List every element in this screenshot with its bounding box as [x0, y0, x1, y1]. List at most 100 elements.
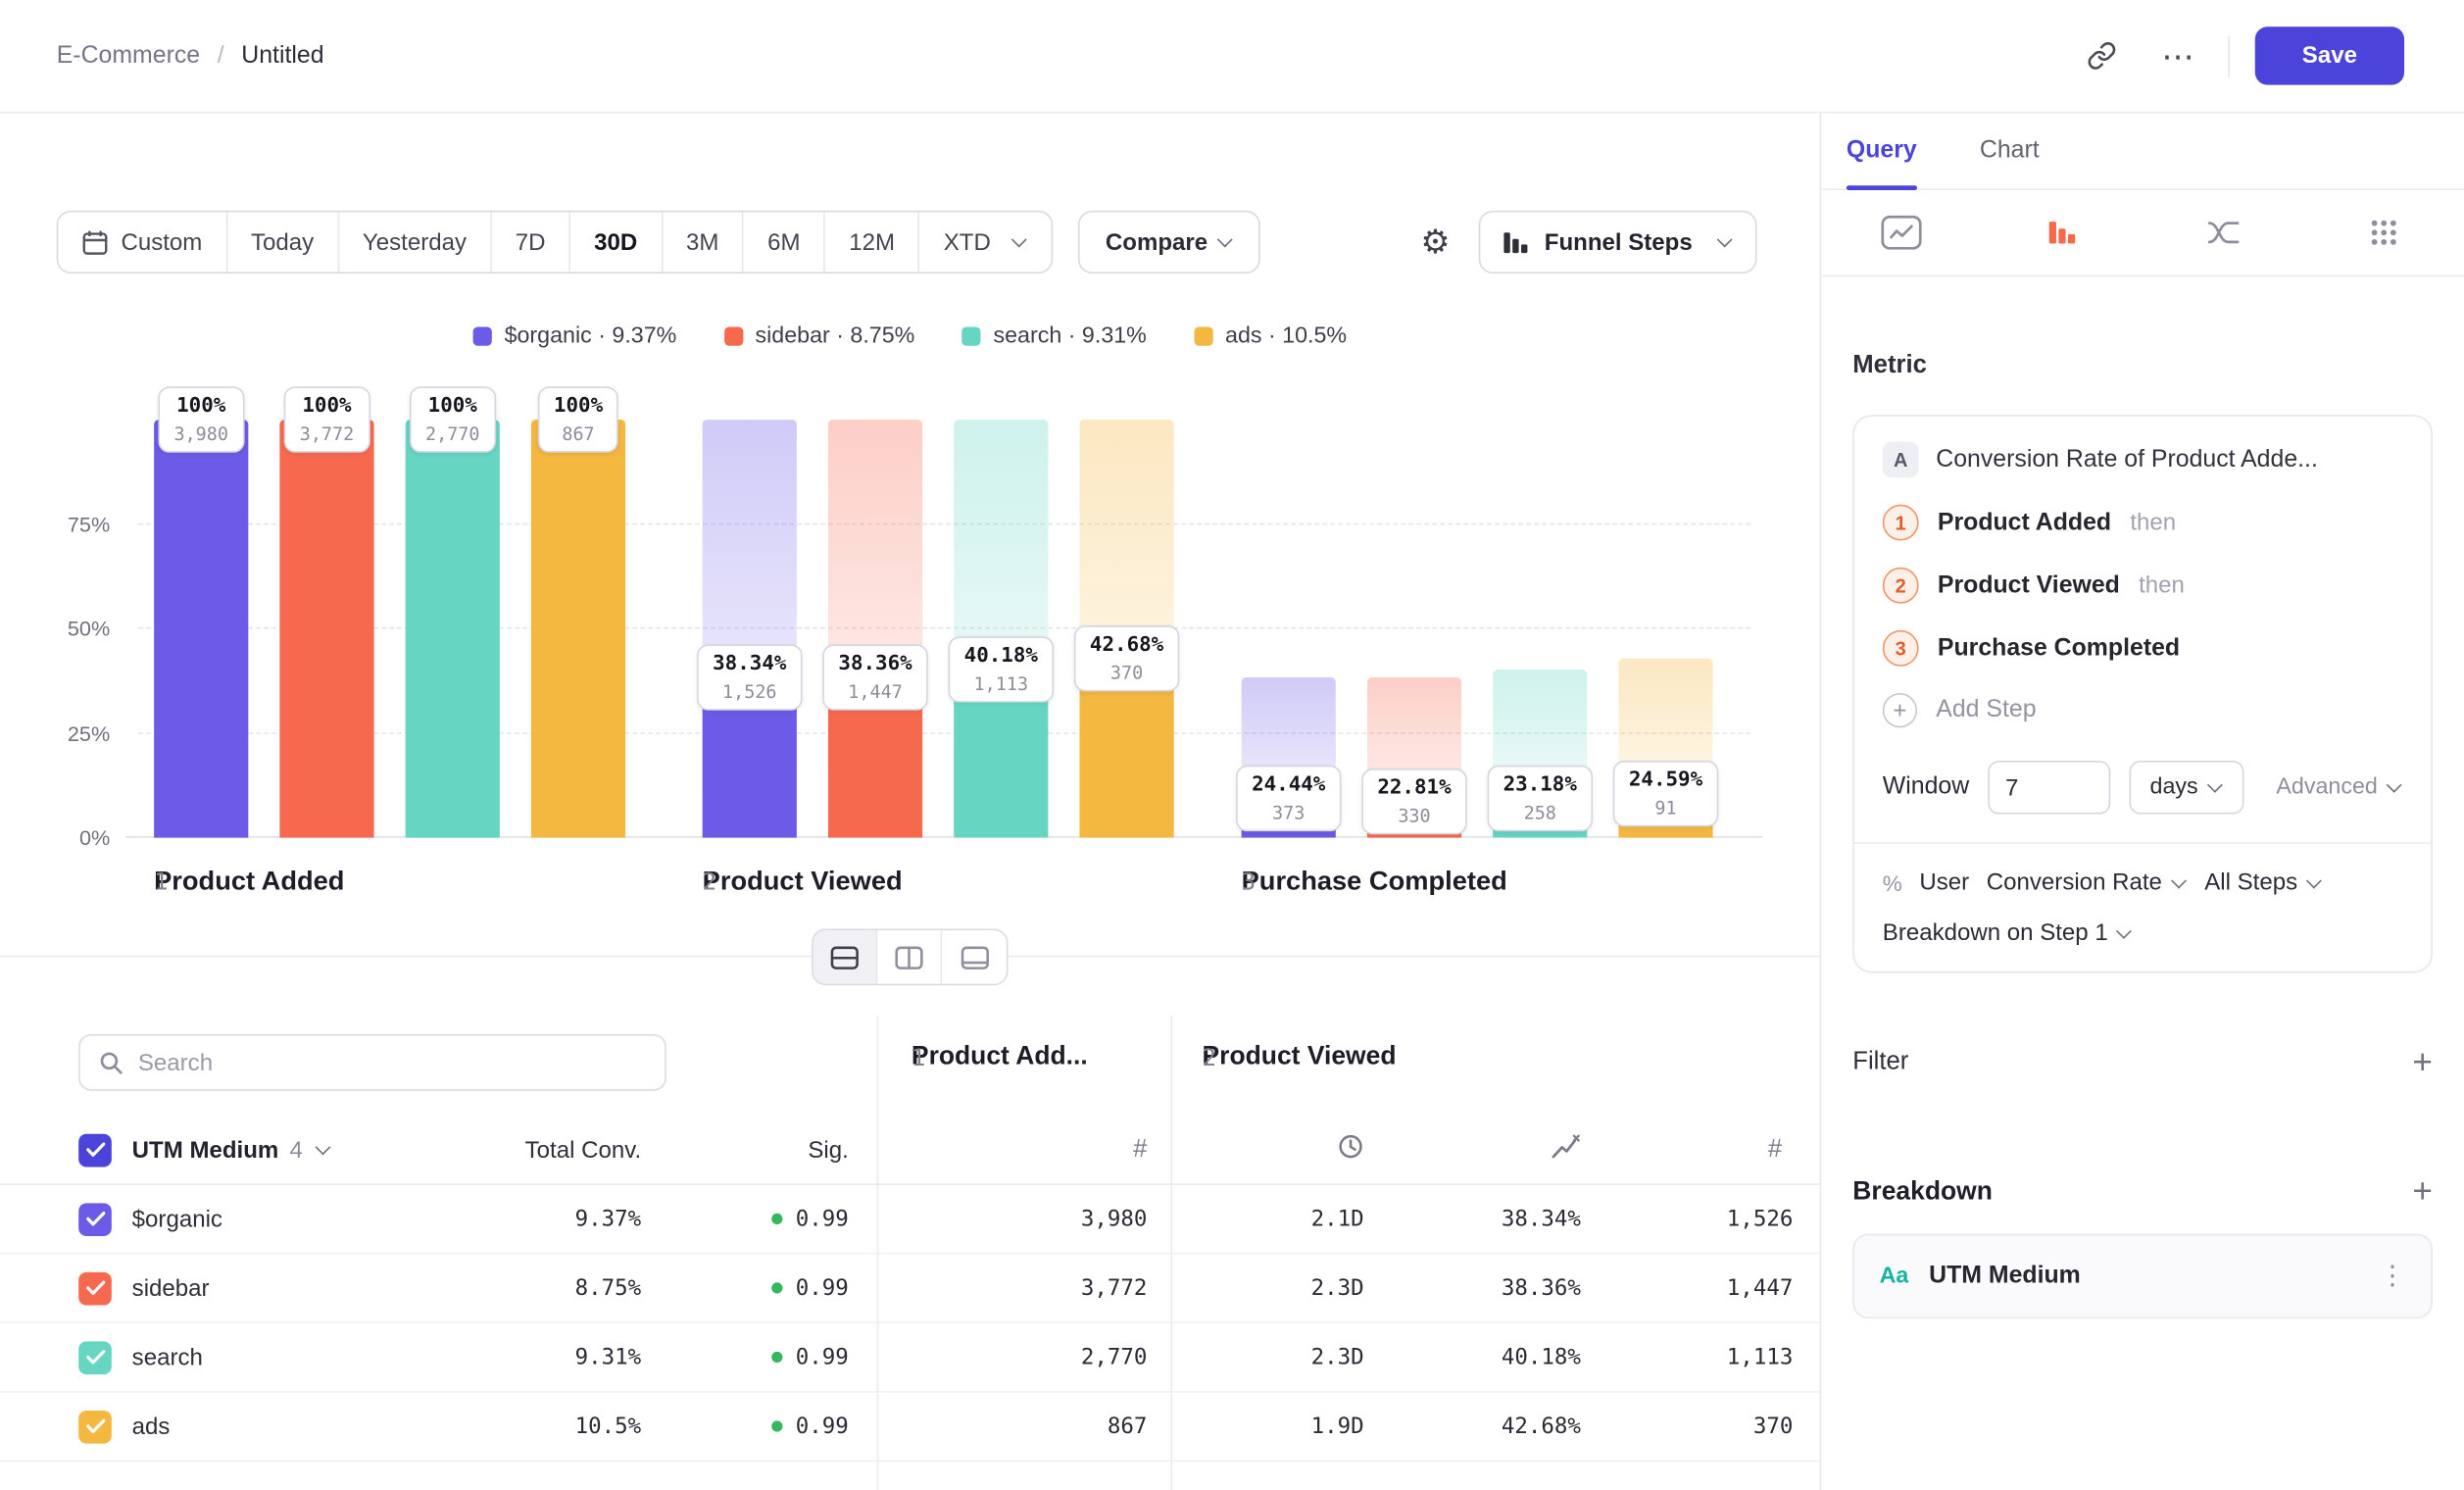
funnel-bar-organic-step1[interactable]: 100%3,980 [154, 420, 248, 837]
layout-bottom-button[interactable] [942, 930, 1007, 984]
row-checkbox[interactable] [78, 1271, 112, 1305]
metric-title-row[interactable]: A Conversion Rate of Product Adde... [1883, 442, 2403, 478]
search-input[interactable] [138, 1049, 646, 1075]
row-conv-rate: 40.18% [1502, 1345, 1581, 1370]
compare-button[interactable]: Compare [1079, 211, 1259, 273]
chevron-down-icon [1717, 232, 1733, 248]
funnel-bar-sidebar-step3[interactable]: 22.81%330 [1367, 420, 1461, 837]
bar-pct: 100% [300, 394, 355, 418]
tab-query[interactable]: Query [1847, 113, 1917, 188]
metric-title: Conversion Rate of Product Adde... [1936, 446, 2318, 474]
funnel-bar-search-step1[interactable]: 100%2,770 [406, 420, 500, 837]
funnel-bars-icon [2046, 217, 2078, 248]
breakdown-item[interactable]: Aa UTM Medium ⋮ [1852, 1234, 2433, 1319]
query-step-2[interactable]: 2Product Viewedthen [1883, 568, 2403, 604]
avg-time-icon[interactable] [1337, 1132, 1363, 1167]
window-value-input[interactable] [1988, 761, 2110, 815]
date-range-xtd[interactable]: XTD [920, 212, 1053, 272]
table-body: $organic0.999.37%3,9802.1D38.34%1,526sid… [0, 1185, 1820, 1462]
breadcrumb: E-Commerce / Untitled [57, 41, 324, 70]
bar-count: 867 [554, 422, 603, 444]
row-total-conv: 8.75% [575, 1275, 642, 1301]
bar-converted [406, 420, 500, 837]
chevron-down-icon [2207, 777, 2223, 793]
date-range-3m[interactable]: 3M [663, 212, 744, 272]
insights-tab[interactable] [1821, 190, 1982, 275]
save-button[interactable]: Save [2255, 26, 2404, 84]
row-checkbox[interactable] [78, 1341, 112, 1374]
date-range-label: 12M [849, 228, 895, 255]
add-filter-button[interactable]: + [2412, 1045, 2433, 1079]
legend-item-sidebar[interactable]: sidebar · 8.75% [723, 323, 914, 349]
breakdown-property-label: UTM Medium [1929, 1262, 2081, 1290]
count-icon[interactable]: # [1133, 1135, 1147, 1164]
date-range-custom[interactable]: Custom [58, 212, 227, 272]
date-range-label: Yesterday [363, 228, 467, 255]
window-unit-select[interactable]: days [2130, 761, 2243, 815]
funnel-bar-sidebar-step2[interactable]: 38.36%1,447 [828, 420, 922, 837]
funnel-step-group-3: 24.44%373 22.81%330 23.18%258 24.59%91 [1242, 420, 1713, 837]
breadcrumb-parent[interactable]: E-Commerce [57, 41, 200, 70]
window-label: Window [1883, 773, 1969, 802]
date-range-today[interactable]: Today [227, 212, 339, 272]
step-event-name: Product Viewed [1938, 571, 2120, 600]
scope-label: All Steps [2204, 869, 2297, 896]
date-range-7d[interactable]: 7D [492, 212, 570, 272]
funnel-bar-sidebar-step1[interactable]: 100%3,772 [279, 420, 373, 837]
entity-select[interactable]: User [1919, 869, 1969, 896]
date-range-6m[interactable]: 6M [744, 212, 825, 272]
conversion-rate-icon[interactable] [1551, 1133, 1580, 1167]
more-options-icon[interactable]: ⋯ [2152, 30, 2202, 80]
funnel-bar-ads-step1[interactable]: 100%867 [531, 420, 625, 837]
count-icon[interactable]: # [1768, 1135, 1782, 1164]
retention-tab[interactable] [2303, 190, 2464, 275]
funnel-bar-ads-step3[interactable]: 24.59%91 [1618, 420, 1712, 837]
row-significance: 0.99 [772, 1414, 849, 1439]
layout-rows-button[interactable] [813, 930, 878, 984]
legend-item-ads[interactable]: ads · 10.5% [1194, 323, 1347, 349]
line-chart-icon [1881, 216, 1922, 250]
group-column-header[interactable]: UTM Medium 4 [132, 1136, 331, 1163]
metric-type-tabs [1821, 190, 2464, 276]
query-step-1[interactable]: 1Product Addedthen [1883, 505, 2403, 541]
share-link-icon[interactable] [2078, 30, 2128, 80]
tab-chart[interactable]: Chart [1980, 113, 2040, 188]
add-breakdown-button[interactable]: + [2412, 1174, 2433, 1209]
add-step-label: Add Step [1936, 696, 2036, 724]
row-name: $organic [132, 1206, 222, 1232]
add-step-button[interactable]: + Add Step [1883, 693, 2403, 727]
funnel-bar-search-step2[interactable]: 40.18%1,113 [954, 420, 1048, 837]
scope-select[interactable]: All Steps [2204, 869, 2323, 896]
funnel-bar-ads-step2[interactable]: 42.68%370 [1079, 420, 1173, 837]
chevron-down-icon [1012, 232, 1028, 248]
measure-select[interactable]: Conversion Rate [1987, 869, 2188, 896]
funnel-bar-organic-step3[interactable]: 24.44%373 [1242, 420, 1336, 837]
legend-item-search[interactable]: search · 9.31% [961, 323, 1146, 349]
date-range-12m[interactable]: 12M [825, 212, 919, 272]
gear-icon[interactable]: ⚙ [1420, 224, 1450, 261]
breakdown-on-step-select[interactable]: Breakdown on Step 1 [1883, 919, 2403, 946]
select-all-checkbox[interactable] [78, 1133, 112, 1167]
chevron-down-icon [2387, 777, 2402, 793]
advanced-toggle[interactable]: Advanced [2276, 774, 2402, 800]
row-checkbox[interactable] [78, 1410, 112, 1443]
kebab-menu-icon[interactable]: ⋮ [2379, 1261, 2405, 1292]
metric-heading: Metric [1852, 352, 2433, 380]
breadcrumb-current[interactable]: Untitled [241, 41, 323, 70]
date-range-label: Today [251, 228, 314, 255]
legend-item-organic[interactable]: $organic · 9.37% [472, 323, 676, 349]
row-checkbox[interactable] [78, 1203, 112, 1236]
bar-pct: 38.34% [713, 652, 786, 675]
funnel-bar-organic-step2[interactable]: 38.34%1,526 [703, 420, 797, 837]
date-range-yesterday[interactable]: Yesterday [339, 212, 492, 272]
y-axis-tick: 25% [68, 721, 110, 745]
flows-tab[interactable] [2143, 190, 2303, 275]
funnels-tab[interactable] [1982, 190, 2143, 275]
step-name: Product Added [154, 866, 344, 895]
chart-type-select[interactable]: Funnel Steps [1478, 211, 1756, 273]
date-range-30d[interactable]: 30D [570, 212, 663, 272]
legend-label: $organic · 9.37% [505, 323, 677, 349]
query-step-3[interactable]: 3Purchase Completed [1883, 630, 2403, 667]
funnel-bar-search-step3[interactable]: 23.18%258 [1493, 420, 1587, 837]
layout-columns-button[interactable] [877, 930, 942, 984]
